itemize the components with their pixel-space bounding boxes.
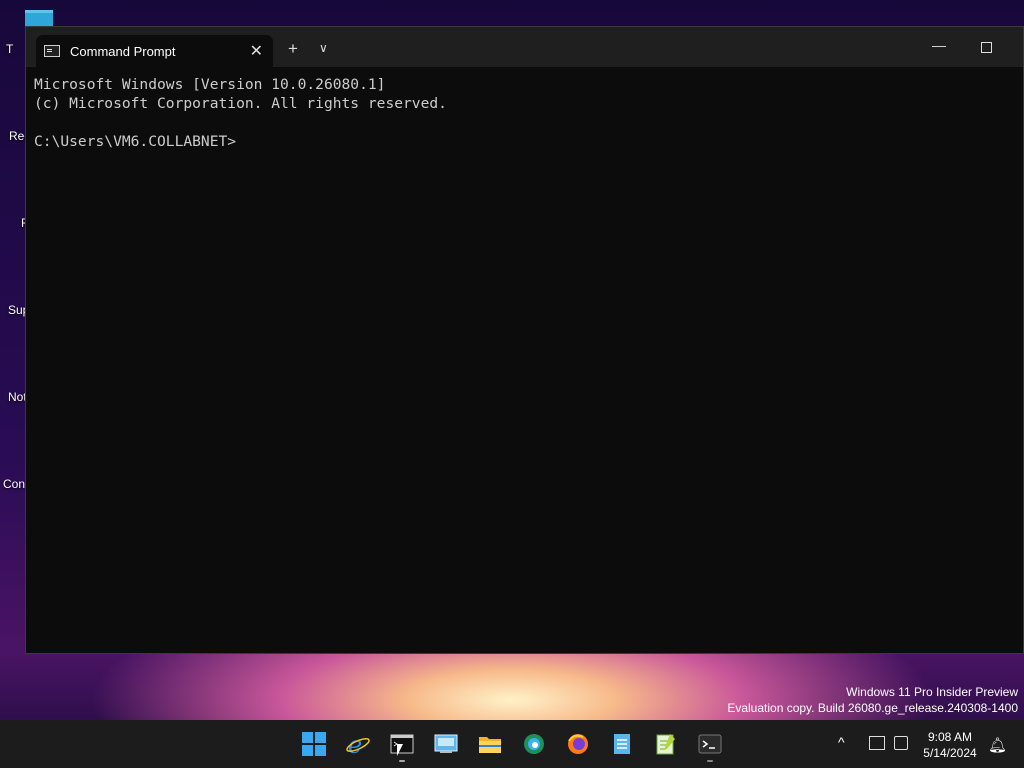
firefox-icon	[568, 734, 588, 754]
console-line: Microsoft Windows [Version 10.0.26080.1]	[34, 76, 386, 93]
tab-title: Command Prompt	[70, 44, 176, 59]
desktop-icon-label: T	[6, 42, 14, 56]
notification-bell-icon[interactable]: 🔔︎	[988, 736, 1007, 754]
desktop-icon-label: Not	[8, 390, 27, 404]
windows-logo-icon	[302, 732, 326, 756]
clock-time: 9:08 AM	[927, 730, 973, 744]
watermark-line: Evaluation copy. Build 26080.ge_release.…	[727, 701, 1018, 715]
console-line: (c) Microsoft Corporation. All rights re…	[34, 95, 447, 112]
terminal-button[interactable]	[694, 728, 726, 762]
edge-button[interactable]	[518, 728, 550, 760]
minimize-button[interactable]: —	[932, 37, 946, 53]
active-indicator	[399, 760, 405, 762]
internet-explorer-button[interactable]: e	[342, 728, 374, 760]
console-output[interactable]: Microsoft Windows [Version 10.0.26080.1]…	[34, 75, 1015, 645]
watermark-line: Windows 11 Pro Insider Preview	[846, 685, 1018, 699]
control-panel-icon	[434, 734, 458, 753]
terminal-icon	[698, 734, 722, 754]
title-bar[interactable]: Command Prompt ✕ + ∨ —	[26, 27, 1023, 67]
terminal-window: Command Prompt ✕ + ∨ — Microsoft Windows…	[25, 26, 1024, 654]
volume-muted-icon[interactable]	[894, 736, 908, 750]
new-tab-button[interactable]: +	[288, 39, 298, 59]
notepad-plus-icon	[656, 734, 675, 755]
edge-icon	[524, 734, 544, 754]
svg-text:e: e	[348, 732, 362, 756]
console-prompt: C:\Users\VM6.COLLABNET>	[34, 133, 237, 150]
start-button[interactable]	[298, 728, 330, 760]
close-tab-icon[interactable]: ✕	[250, 41, 263, 61]
file-explorer-button[interactable]	[474, 728, 506, 760]
show-hidden-icons-chevron-icon[interactable]: ^	[838, 734, 845, 750]
folder-icon	[479, 737, 501, 753]
system-clock[interactable]: 9:08 AM 5/14/2024	[914, 729, 986, 761]
console-line: ​	[34, 113, 1015, 132]
desktop-icon-label: Con	[3, 477, 26, 491]
notepad-button[interactable]	[606, 728, 638, 760]
notepad-plus-button[interactable]	[650, 728, 682, 760]
tab-command-prompt[interactable]: Command Prompt ✕	[36, 35, 273, 67]
command-prompt-icon	[44, 45, 60, 57]
tab-dropdown-chevron-icon[interactable]: ∨	[319, 41, 328, 55]
notepad-icon	[614, 734, 630, 754]
internet-explorer-icon: e	[346, 732, 370, 756]
clock-date: 5/14/2024	[923, 746, 977, 760]
control-panel-button[interactable]	[430, 728, 462, 760]
insider-watermark: Windows 11 Pro Insider Preview Evaluatio…	[727, 684, 1018, 716]
mouse-cursor-icon	[397, 744, 403, 756]
active-indicator	[707, 760, 713, 762]
firefox-button[interactable]	[562, 728, 594, 760]
maximize-button[interactable]	[981, 42, 992, 53]
network-icon[interactable]	[869, 736, 885, 750]
